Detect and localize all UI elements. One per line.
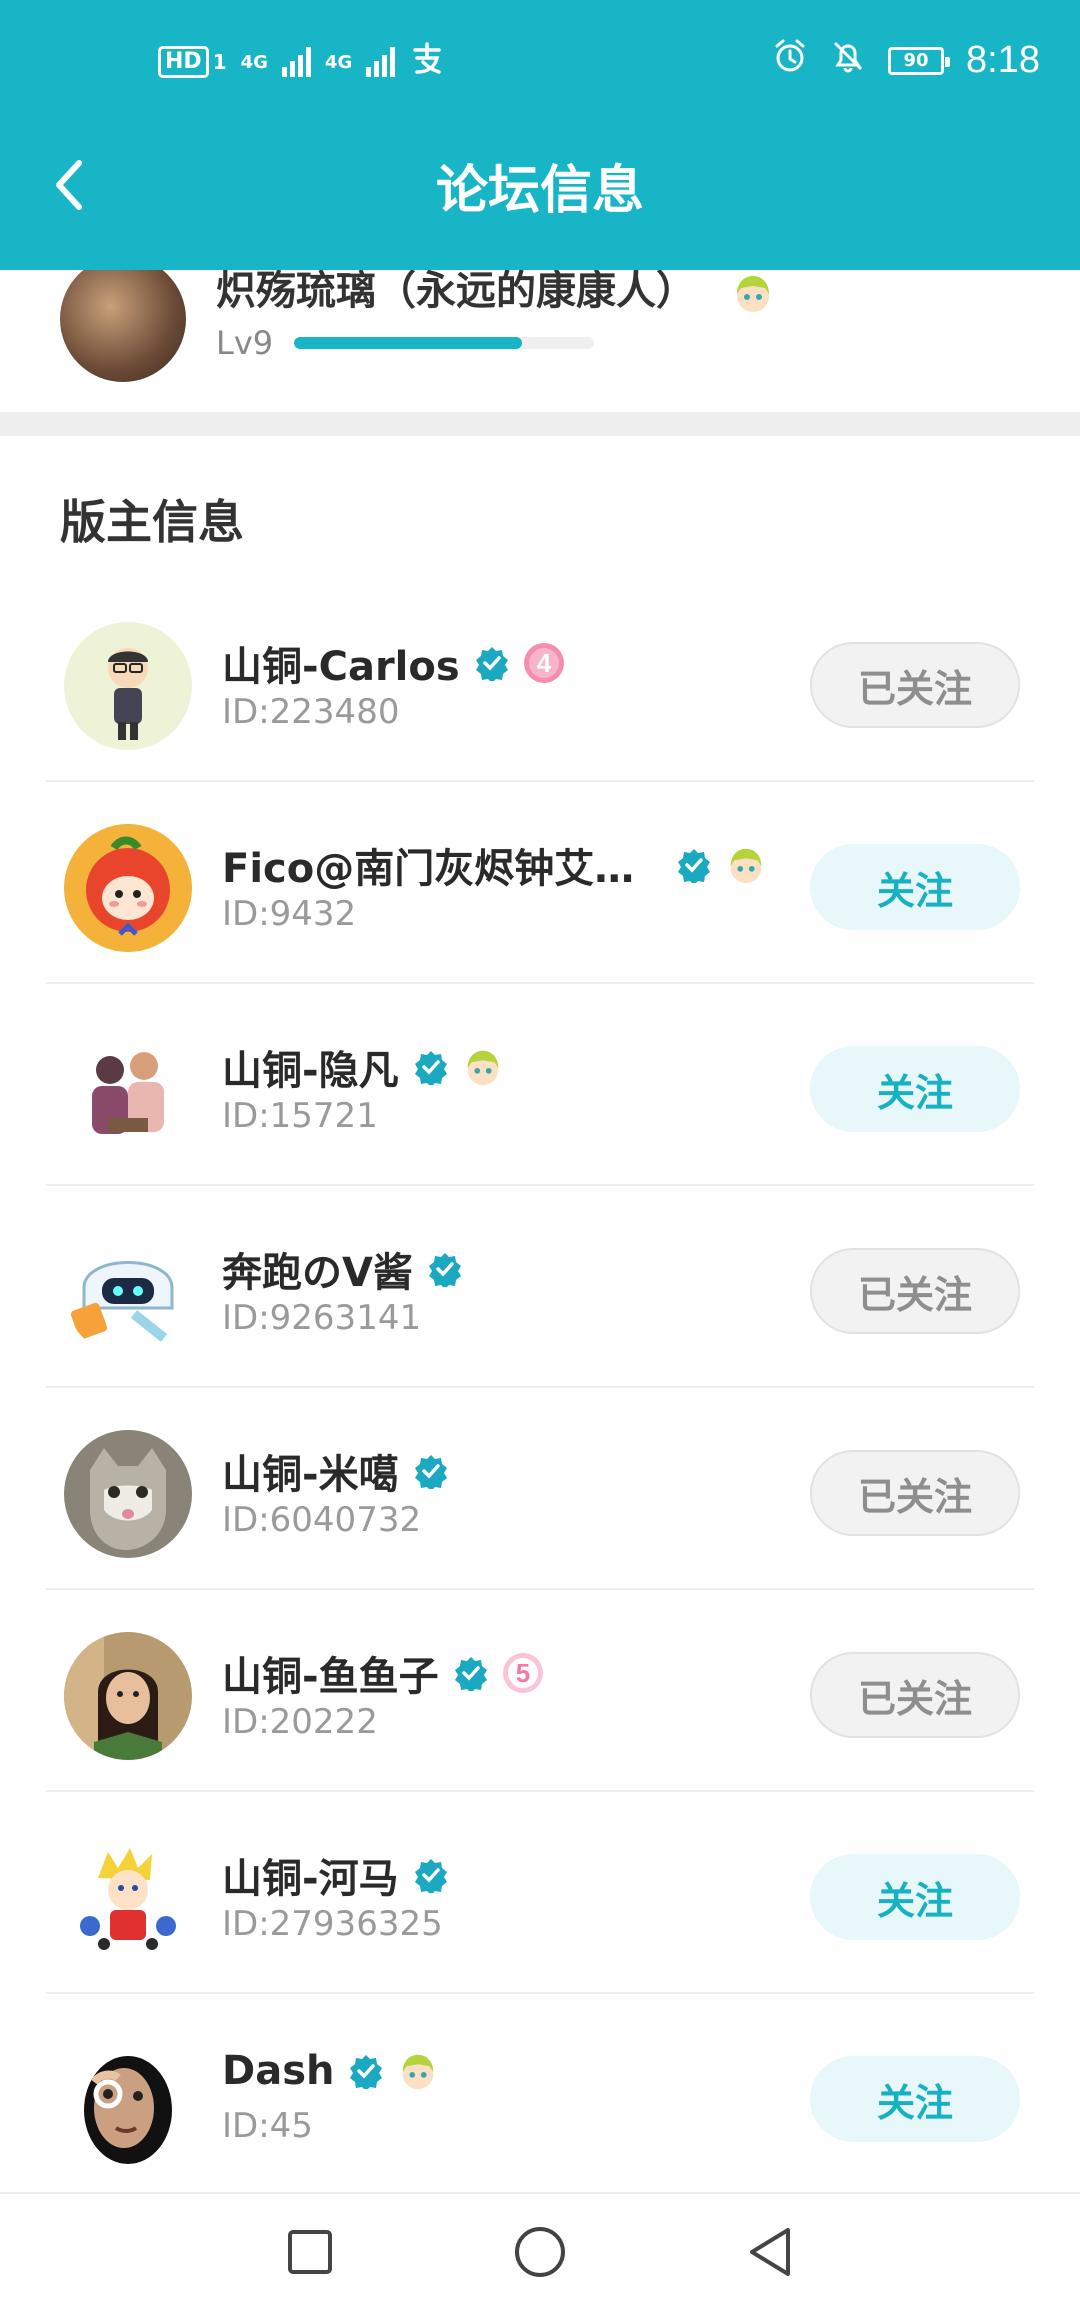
verified-icon bbox=[414, 1859, 447, 1893]
moderator-id: ID:6040732 bbox=[222, 1500, 422, 1540]
status-bar: HD 1 4G 4G 90 8:18 bbox=[0, 0, 1080, 120]
list-item[interactable]: 山铜-河马 ID:27936325 关注 bbox=[0, 1792, 1080, 1994]
avatar[interactable] bbox=[64, 1632, 192, 1760]
verified-icon bbox=[454, 1657, 487, 1691]
alarm-icon bbox=[772, 38, 808, 83]
avatar[interactable] bbox=[64, 1834, 192, 1962]
moderator-name-text: 奔跑のV酱 bbox=[222, 1250, 413, 1296]
top-app-bar: HD 1 4G 4G 90 8:18 论坛信息 bbox=[0, 0, 1080, 270]
moderator-name: 山铜-隐凡 bbox=[222, 1038, 505, 1096]
user-avatar[interactable] bbox=[60, 256, 186, 382]
user-name-text: 炽殇琉璃（永远的康康人） bbox=[216, 268, 696, 314]
alipay-icon bbox=[409, 40, 445, 84]
list-item[interactable]: Fico@南门灰烬钟艾莉... ID:9432 关注 bbox=[0, 782, 1080, 984]
moderator-id: ID:27936325 bbox=[222, 1904, 443, 1944]
moderator-id: ID:20222 bbox=[222, 1702, 378, 1742]
verified-icon bbox=[428, 1253, 461, 1287]
moderator-id: ID:45 bbox=[222, 2106, 313, 2146]
list-item[interactable]: 奔跑のV酱 ID:9263141 已关注 bbox=[0, 1186, 1080, 1388]
moderator-id: ID:15721 bbox=[222, 1096, 378, 1136]
avatar[interactable] bbox=[64, 1430, 192, 1558]
circle-icon bbox=[515, 2227, 565, 2277]
page-title: 论坛信息 bbox=[435, 161, 644, 221]
moderator-name: Dash bbox=[222, 2048, 440, 2094]
moderator-name: 山铜-鱼鱼子 5 bbox=[222, 1644, 545, 1702]
moderator-name: 山铜-米噶 bbox=[222, 1442, 449, 1500]
section-divider bbox=[0, 412, 1080, 436]
triangle-back-icon bbox=[750, 2228, 790, 2276]
list-item[interactable]: 山铜-米噶 ID:6040732 已关注 bbox=[0, 1388, 1080, 1590]
moderator-name-text: 山铜-米噶 bbox=[222, 1452, 399, 1498]
moderator-list: 山铜-Carlos 4 ID:223480 已关注 Fico@南门灰烬钟艾莉..… bbox=[0, 580, 1080, 2196]
anime-girl-badge-icon bbox=[730, 848, 762, 884]
verified-icon bbox=[678, 849, 710, 883]
moderator-name-text: 山铜-Carlos bbox=[222, 644, 460, 690]
moderator-id: ID:223480 bbox=[222, 692, 400, 732]
sim-indicator: 1 bbox=[212, 50, 227, 74]
moderator-name-text: 山铜-河马 bbox=[222, 1856, 399, 1902]
clock: 8:18 bbox=[966, 39, 1040, 81]
avatar[interactable] bbox=[64, 1228, 192, 1356]
avatar[interactable] bbox=[64, 824, 192, 952]
level-progress-fill bbox=[294, 337, 522, 349]
anime-girl-badge-icon bbox=[736, 276, 769, 312]
anime-girl-badge-icon bbox=[467, 1050, 498, 1086]
network-type-2: 4G bbox=[324, 51, 353, 73]
svg-text:5: 5 bbox=[515, 1658, 529, 1688]
network-type-1: 4G bbox=[240, 51, 268, 73]
moderator-name: 山铜-Carlos 4 bbox=[222, 634, 566, 692]
moderator-name-text: 山铜-隐凡 bbox=[222, 1048, 399, 1094]
follow-button[interactable]: 已关注 bbox=[810, 1450, 1020, 1536]
list-item[interactable]: Dash ID:45 关注 bbox=[0, 1994, 1080, 2196]
anime-girl-badge-icon bbox=[403, 2054, 434, 2090]
verified-icon bbox=[414, 1455, 447, 1489]
level-4-badge-icon: 4 bbox=[523, 643, 564, 683]
signal-icon bbox=[281, 47, 311, 77]
signal-icon-2 bbox=[366, 47, 396, 77]
list-item[interactable]: 山铜-隐凡 ID:15721 关注 bbox=[0, 984, 1080, 1186]
home-button[interactable] bbox=[500, 2212, 580, 2292]
verified-icon bbox=[414, 1051, 447, 1085]
follow-button[interactable]: 关注 bbox=[810, 1854, 1020, 1940]
mute-bell-icon bbox=[830, 38, 866, 83]
moderator-name-text: 山铜-鱼鱼子 bbox=[222, 1654, 439, 1700]
follow-button[interactable]: 关注 bbox=[810, 844, 1020, 930]
battery-icon: 90 bbox=[888, 46, 951, 75]
follow-button[interactable]: 关注 bbox=[810, 1046, 1020, 1132]
recents-button[interactable] bbox=[270, 2212, 350, 2292]
level-5-badge-icon: 5 bbox=[502, 1653, 543, 1693]
navigation-row: 论坛信息 bbox=[0, 120, 1080, 250]
section-title: 版主信息 bbox=[60, 495, 244, 549]
follow-button[interactable]: 已关注 bbox=[810, 1248, 1020, 1334]
moderator-name: 山铜-河马 bbox=[222, 1846, 449, 1904]
moderator-name-text: Fico@南门灰烬钟艾莉... bbox=[222, 846, 662, 892]
svg-text:4: 4 bbox=[536, 648, 551, 678]
follow-button[interactable]: 已关注 bbox=[810, 1652, 1020, 1738]
moderator-id: ID:9263141 bbox=[222, 1298, 422, 1338]
follow-button[interactable]: 已关注 bbox=[810, 642, 1020, 728]
back-nav-button[interactable] bbox=[730, 2212, 810, 2292]
moderator-id: ID:9432 bbox=[222, 894, 357, 934]
avatar[interactable] bbox=[64, 2036, 192, 2164]
list-item[interactable]: 山铜-Carlos 4 ID:223480 已关注 bbox=[0, 580, 1080, 782]
hd-indicator: HD bbox=[158, 46, 209, 78]
avatar[interactable] bbox=[64, 1026, 192, 1154]
square-icon bbox=[288, 2230, 332, 2274]
status-indicators: HD 1 4G 4G bbox=[158, 40, 445, 84]
verified-icon bbox=[475, 647, 508, 681]
moderator-name: 奔跑のV酱 bbox=[222, 1240, 463, 1298]
status-right: 90 8:18 bbox=[772, 38, 1040, 83]
avatar[interactable] bbox=[64, 622, 192, 750]
follow-button[interactable]: 关注 bbox=[810, 2056, 1020, 2142]
level-progress-bar bbox=[294, 337, 594, 349]
verified-icon bbox=[350, 2055, 383, 2089]
level-label: Lv9 bbox=[216, 324, 274, 362]
system-navigation-bar bbox=[0, 2192, 1080, 2310]
list-item[interactable]: 山铜-鱼鱼子 5 ID:20222 已关注 bbox=[0, 1590, 1080, 1792]
moderator-name-text: Dash bbox=[222, 2048, 335, 2094]
moderator-name: Fico@南门灰烬钟艾莉... bbox=[222, 836, 768, 894]
